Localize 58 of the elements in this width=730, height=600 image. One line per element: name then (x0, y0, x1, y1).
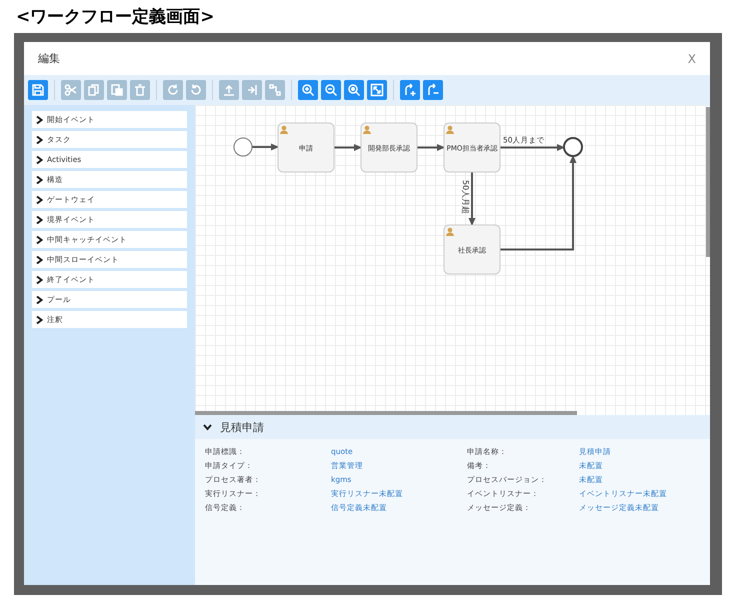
properties-title: 見積申請 (220, 420, 264, 434)
chevron-icon (36, 116, 43, 124)
fit-button[interactable] (367, 80, 387, 100)
close-button[interactable]: X (684, 52, 700, 66)
task-node[interactable] (360, 122, 418, 172)
flow-arrow (252, 144, 279, 150)
task-node[interactable] (278, 122, 334, 172)
user-icon (363, 126, 371, 134)
chevron-icon (36, 156, 43, 164)
chevron-icon (36, 296, 43, 304)
chevron-icon (36, 256, 43, 264)
flow-arrow (417, 144, 445, 151)
chevron-icon (36, 316, 43, 324)
scissors-icon (64, 83, 78, 97)
user-icon (446, 126, 454, 134)
properties-header[interactable]: 見積申請 (195, 415, 710, 439)
align-icon (245, 83, 259, 97)
zoom-icon (347, 83, 361, 97)
fit-icon (370, 83, 384, 97)
add-path-button[interactable] (400, 80, 420, 100)
align-icon (222, 83, 236, 97)
save-button[interactable] (28, 80, 48, 100)
scrollbar[interactable] (195, 411, 577, 415)
flow-arrow (468, 172, 476, 226)
page-title: <ワークフロー定義画面> (15, 6, 216, 28)
user-icon (446, 228, 454, 236)
trash-icon (133, 83, 147, 97)
path-plus-icon (403, 83, 417, 97)
chevron-icon (36, 176, 43, 184)
copy-icon (87, 83, 101, 97)
zoom-in-icon (301, 83, 315, 97)
flow-arrow (500, 144, 565, 151)
user-icon (280, 126, 288, 134)
chevron-icon (36, 136, 43, 144)
save-icon (31, 83, 45, 97)
undo-icon (189, 83, 203, 97)
chevron-icon (36, 216, 43, 224)
zoom-in-button[interactable] (298, 80, 318, 100)
end-event[interactable] (563, 137, 583, 157)
nodes-icon (268, 83, 282, 97)
zoom-reset-button[interactable] (344, 80, 364, 100)
redo-icon (166, 83, 180, 97)
flow-arrow (334, 144, 362, 151)
scrollbar[interactable] (706, 107, 710, 257)
chevron-icon (203, 424, 212, 430)
chevron-icon (36, 276, 43, 284)
remove-path-button[interactable] (423, 80, 443, 100)
chevron-icon (36, 236, 43, 244)
dialog-title: 編集 (38, 51, 60, 66)
zoom-out-icon (324, 83, 338, 97)
start-event[interactable] (234, 138, 252, 156)
flow-label: 50人月超 (461, 180, 470, 214)
task-node[interactable] (444, 224, 500, 274)
task-node[interactable] (444, 122, 500, 172)
paste-icon (110, 83, 124, 97)
path-minus-icon (426, 83, 440, 97)
chevron-icon (36, 196, 43, 204)
zoom-out-button[interactable] (321, 80, 341, 100)
